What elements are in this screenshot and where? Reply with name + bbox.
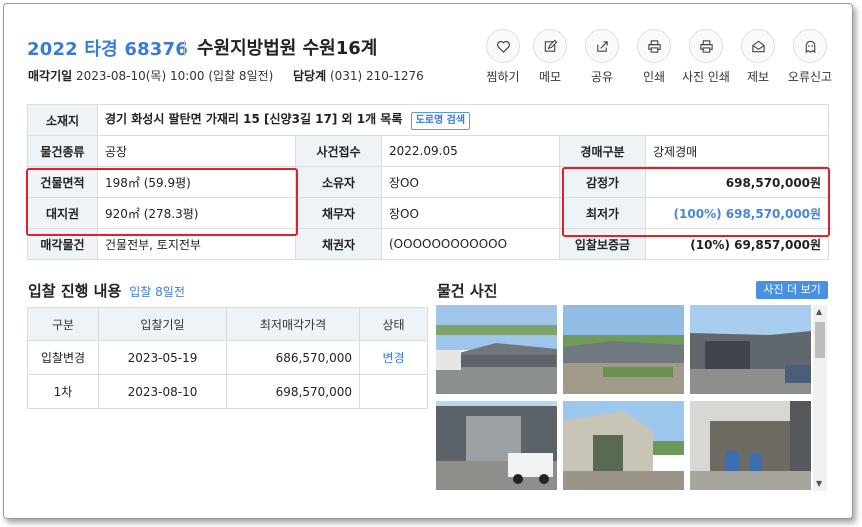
case-received-label: 사건접수 bbox=[295, 135, 382, 167]
bid-date: 2023-05-19 bbox=[98, 340, 227, 375]
title-separator bbox=[184, 40, 185, 56]
bid-date: 2023-08-10 bbox=[98, 374, 227, 409]
property-photo[interactable] bbox=[563, 401, 684, 490]
min-price-label: 최저가 bbox=[559, 197, 646, 229]
manager-phone: (031) 210-1276 bbox=[329, 69, 424, 83]
share-button[interactable]: 공유 bbox=[576, 29, 628, 85]
sale-date: 2023-08-10(목) 10:00 (입찰 8일전) bbox=[76, 69, 274, 83]
bid-state: 변경 bbox=[359, 340, 428, 375]
owner-label: 소유자 bbox=[295, 166, 382, 198]
land-right-label: 대지권 bbox=[27, 197, 98, 229]
property-info-table: 소재지 경기 화성시 팔탄면 가재리 15 [신양3길 17] 외 1개 목록 … bbox=[27, 104, 830, 260]
deposit-label: 입찰보증금 bbox=[559, 228, 646, 260]
debtor-value: 장OO bbox=[381, 197, 560, 229]
creditor-label: 채권자 bbox=[295, 228, 382, 260]
property-photo[interactable] bbox=[563, 305, 684, 394]
printer-icon bbox=[699, 39, 713, 53]
bid-section-title-text: 입찰 진행 내용 bbox=[28, 282, 122, 300]
bid-price: 686,570,000 bbox=[226, 340, 360, 375]
table-row: 입찰변경 2023-05-19 686,570,000 변경 bbox=[27, 340, 428, 375]
auction-type-value: 강제경매 bbox=[644, 135, 830, 167]
bid-col-type: 구분 bbox=[27, 307, 99, 341]
report-label: 제보 bbox=[746, 70, 770, 84]
bid-type: 입찰변경 bbox=[27, 340, 99, 375]
property-photo[interactable] bbox=[690, 305, 811, 394]
road-name-search-button[interactable]: 도로명 검색 bbox=[410, 112, 471, 130]
min-price-value: (100%) 698,570,000원 bbox=[644, 197, 830, 229]
creditor-value: (OOOOOOOOOOOO bbox=[381, 228, 560, 260]
table-row: 1차 2023-08-10 698,570,000 bbox=[27, 374, 428, 409]
photo-scrollbar[interactable]: ▲ ▼ bbox=[813, 305, 827, 491]
property-photo[interactable] bbox=[436, 305, 557, 394]
photo-section-title: 물건 사진 bbox=[437, 282, 498, 300]
bid-section-title: 입찰 진행 내용 입찰 8일전 bbox=[28, 280, 185, 301]
share-icon bbox=[596, 40, 608, 52]
building-area-value: 198㎡ (59.9평) bbox=[97, 166, 296, 198]
photo-print-button[interactable]: 사진 인쇄 bbox=[680, 29, 732, 85]
court-name: 수원지방법원 수원16계 bbox=[197, 38, 378, 59]
memo-label: 메모 bbox=[538, 70, 562, 84]
bid-col-price: 최저매각가격 bbox=[226, 307, 360, 341]
property-photo[interactable] bbox=[436, 401, 557, 490]
print-button[interactable]: 인쇄 bbox=[628, 29, 680, 85]
bid-type: 1차 bbox=[27, 374, 99, 409]
bid-price: 698,570,000 bbox=[226, 374, 360, 409]
share-label: 공유 bbox=[590, 70, 614, 84]
printer-icon bbox=[647, 39, 661, 53]
more-photos-button[interactable]: 사진 더 보기 bbox=[756, 281, 828, 299]
ghost-icon bbox=[805, 40, 815, 53]
case-received-value: 2022.09.05 bbox=[381, 135, 560, 167]
favorite-button[interactable]: 찜하기 bbox=[477, 29, 529, 85]
property-photo[interactable] bbox=[690, 401, 811, 490]
manager-label: 담당계 bbox=[292, 69, 327, 83]
appraisal-value: 698,570,000원 bbox=[644, 166, 830, 198]
error-report-label: 오류신고 bbox=[787, 70, 833, 84]
heart-icon bbox=[496, 40, 510, 53]
case-number: 2022 타경 68376 bbox=[27, 39, 188, 60]
report-button[interactable]: 제보 bbox=[732, 29, 784, 85]
sale-date-label: 매각기일 bbox=[28, 69, 73, 83]
favorite-label: 찜하기 bbox=[486, 70, 520, 84]
pencil-icon bbox=[544, 39, 557, 52]
item-type-label: 물건종류 bbox=[27, 135, 98, 167]
appraisal-label: 감정가 bbox=[559, 166, 646, 198]
sale-item-value: 건물전부, 토지전부 bbox=[97, 228, 296, 260]
scroll-up-icon[interactable]: ▲ bbox=[816, 308, 822, 316]
scroll-down-icon[interactable]: ▼ bbox=[816, 480, 822, 488]
bid-col-state: 상태 bbox=[359, 307, 428, 341]
land-right-value: 920㎡ (278.3평) bbox=[97, 197, 296, 229]
building-area-label: 건물면적 bbox=[27, 166, 98, 198]
auction-type-label: 경매구분 bbox=[559, 135, 646, 167]
debtor-label: 채무자 bbox=[295, 197, 382, 229]
bid-section-subtitle: 입찰 8일전 bbox=[129, 285, 185, 299]
item-type-value: 공장 bbox=[97, 135, 296, 167]
photo-grid bbox=[436, 305, 813, 491]
location-cell: 경기 화성시 팔탄면 가재리 15 [신양3길 17] 외 1개 목록 도로명 … bbox=[96, 104, 830, 136]
location-value: 경기 화성시 팔탄면 가재리 15 [신양3길 17] 외 1개 목록 bbox=[105, 112, 403, 126]
sale-item-label: 매각물건 bbox=[27, 228, 98, 260]
photo-print-label: 사진 인쇄 bbox=[682, 70, 730, 84]
owner-value: 장OO bbox=[381, 166, 560, 198]
location-label: 소재지 bbox=[27, 104, 98, 136]
scrollbar-thumb[interactable] bbox=[815, 322, 825, 358]
bid-history-table: 구분 입찰기일 최저매각가격 상태 입찰변경 2023-05-19 686,57… bbox=[27, 307, 428, 409]
print-label: 인쇄 bbox=[642, 70, 666, 84]
bid-col-date: 입찰기일 bbox=[98, 307, 227, 341]
sale-info-line: 매각기일 2023-08-10(목) 10:00 (입찰 8일전) 담당계 (0… bbox=[28, 67, 424, 84]
memo-button[interactable]: 메모 bbox=[524, 29, 576, 85]
bid-state bbox=[359, 374, 428, 409]
error-report-button[interactable]: 오류신고 bbox=[784, 29, 836, 85]
deposit-value: (10%) 69,857,000원 bbox=[644, 228, 830, 260]
envelope-icon bbox=[751, 40, 765, 52]
